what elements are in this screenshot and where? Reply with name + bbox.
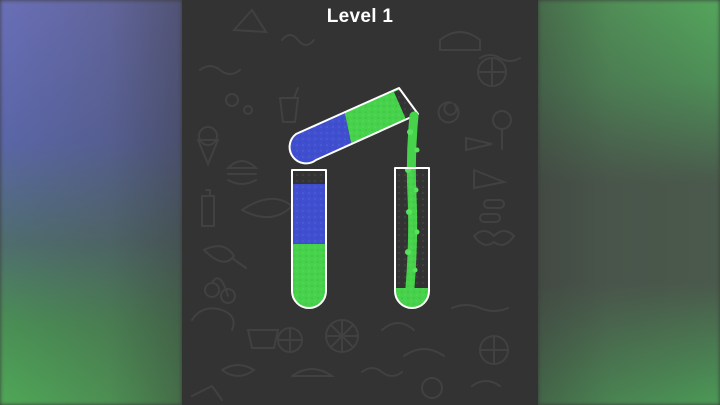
left-tube[interactable]	[290, 169, 330, 315]
right-tube[interactable]	[393, 167, 433, 313]
blurred-side-left	[0, 0, 182, 405]
tube-scene	[288, 87, 433, 315]
blurred-side-right	[538, 0, 720, 405]
game-board[interactable]: Level 1	[182, 0, 538, 405]
game-screen: Level 1	[0, 0, 720, 405]
